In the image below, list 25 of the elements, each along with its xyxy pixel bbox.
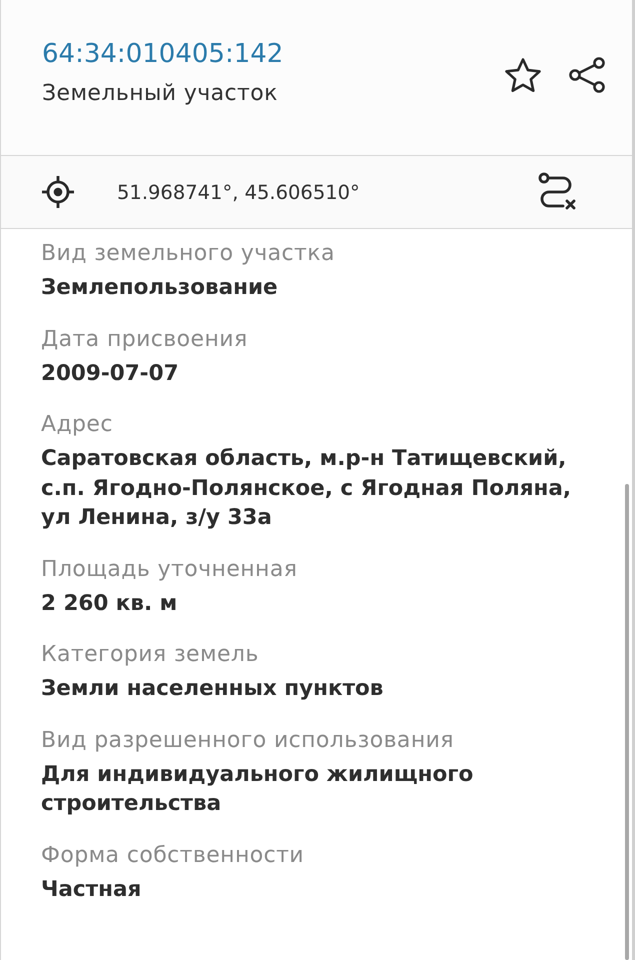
field-label: Адрес xyxy=(41,411,113,439)
field-label: Дата присвоения xyxy=(41,326,248,354)
object-type: Земельный участок xyxy=(42,81,279,107)
route-icon xyxy=(538,172,576,212)
field-label: Форма собственности xyxy=(41,842,304,870)
location-target-icon[interactable] xyxy=(41,175,75,209)
field-value: 2 260 кв. м xyxy=(41,590,178,618)
field-value: 2009-07-07 xyxy=(41,360,179,388)
field-label: Площадь уточненная xyxy=(41,556,298,584)
field-label: Категория земель xyxy=(41,641,259,669)
field-value: Землепользование xyxy=(41,274,278,302)
field-value: Земли населенных пунктов xyxy=(41,675,384,703)
share-button[interactable] xyxy=(568,56,606,94)
coordinates-text: 51.968741°, 45.606510° xyxy=(117,180,361,204)
field-value: Частная xyxy=(41,876,142,904)
star-icon xyxy=(504,57,542,93)
cadastral-number: 64:34:010405:142 xyxy=(42,39,284,69)
route-button[interactable] xyxy=(538,172,576,212)
field-value: Для индивидуального жилищного строительства xyxy=(41,760,474,818)
field-value: Саратовская область, м.р-н Татищевский, с.п. Ягодно-Полянское, с Ягодная Поляна, ул Ленина, з/у 33а xyxy=(41,445,572,532)
scrollbar[interactable] xyxy=(625,484,629,960)
share-icon xyxy=(568,56,606,94)
field-label: Вид разрешенного использования xyxy=(41,726,454,754)
field-label: Вид земельного участка xyxy=(41,240,335,268)
favorite-button[interactable] xyxy=(504,56,542,94)
